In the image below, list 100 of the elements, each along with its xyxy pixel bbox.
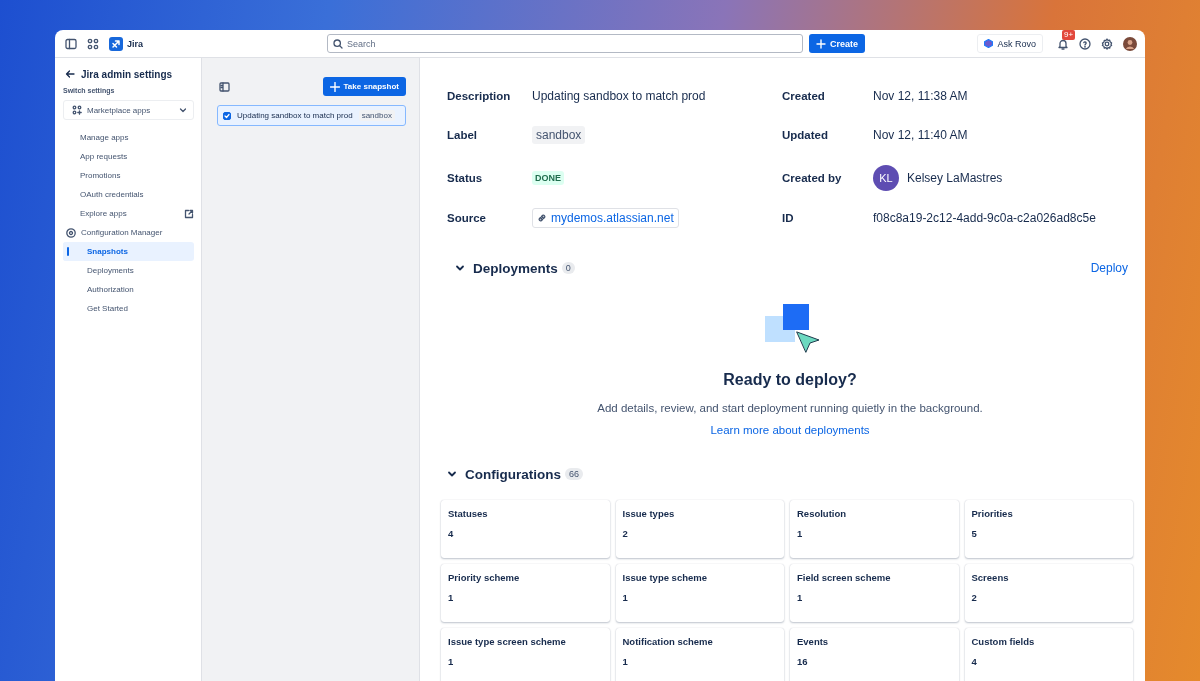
settings-title: Jira admin settings	[81, 68, 173, 80]
card-count: 1	[448, 656, 455, 667]
configuration-card[interactable]: Issue types 2	[615, 500, 784, 558]
configuration-card[interactable]: Priorities 5	[964, 500, 1133, 558]
card-count: 5	[971, 528, 978, 539]
source-link[interactable]: mydemos.atlassian.net	[532, 207, 679, 228]
nav-item[interactable]: Manage apps	[63, 128, 194, 147]
settings-icon[interactable]	[1101, 37, 1113, 50]
card-count: 4	[448, 528, 455, 539]
nav-item[interactable]: OAuth credentials	[63, 185, 194, 204]
card-title: Issue types	[622, 508, 676, 519]
snapshot-description: Updating sandbox to match prod	[237, 111, 353, 120]
section-toggle[interactable]: Deployments	[455, 260, 558, 276]
deploy-link[interactable]: Deploy	[1090, 261, 1128, 275]
checkbox[interactable]	[223, 111, 231, 120]
checkmark-icon	[224, 112, 230, 119]
configuration-card[interactable]: Issue type screen scheme 1	[441, 628, 610, 681]
status-lozenge: DONE	[532, 171, 564, 185]
card-title: Priority scheme	[448, 572, 521, 583]
configuration-card[interactable]: Custom fields 4	[964, 628, 1133, 681]
card-title: Field screen scheme	[797, 572, 892, 583]
card-title: Events	[797, 636, 830, 647]
configuration-card[interactable]: Notification scheme 1	[615, 628, 784, 681]
field-label: Label	[447, 128, 479, 141]
configuration-card[interactable]: Events 16	[790, 628, 959, 681]
create-button[interactable]: Create	[809, 34, 865, 53]
field-label: Updated	[782, 128, 829, 141]
nav-item[interactable]: Get Started	[63, 299, 194, 318]
plus-icon	[329, 81, 340, 92]
card-count: 2	[622, 528, 629, 539]
configuration-card[interactable]: Resolution 1	[790, 500, 959, 558]
field-label: Description	[447, 89, 512, 102]
jira-logo-icon[interactable]	[109, 36, 123, 51]
notification-bell-icon[interactable]	[1057, 37, 1069, 50]
empty-state-title: Ready to deploy?	[723, 371, 857, 389]
chevron-down-icon	[455, 263, 465, 273]
card-count: 2	[971, 592, 978, 603]
back-arrow-icon[interactable]	[65, 69, 75, 79]
sidebar-toggle-icon[interactable]	[65, 37, 77, 50]
label-tag: sandbox	[358, 110, 395, 121]
app-grid-icon[interactable]	[87, 37, 99, 50]
snapshot-row[interactable]: Updating sandbox to match prod sandbox	[217, 105, 406, 126]
user-avatar: KL	[873, 165, 899, 191]
card-title: Issue type screen scheme	[448, 636, 567, 647]
card-title: Statuses	[448, 508, 489, 519]
section-toggle[interactable]: Configurations	[447, 466, 561, 482]
nav-item[interactable]: Snapshots	[63, 242, 194, 261]
app-name: Jira	[127, 38, 143, 49]
card-count: 1	[622, 592, 629, 603]
nav-item[interactable]: App requests	[63, 147, 194, 166]
plus-icon	[816, 38, 826, 49]
card-title: Custom fields	[971, 636, 1036, 647]
help-icon[interactable]	[1079, 37, 1091, 50]
nav-item[interactable]: Deployments	[63, 261, 194, 280]
field-label: Created by	[782, 172, 843, 184]
card-count: 4	[971, 656, 978, 667]
count-badge: 0	[561, 262, 575, 274]
ask-rovo-button[interactable]: Ask Rovo	[977, 34, 1043, 53]
field-value: Nov 12, 11:38 AM	[873, 88, 968, 103]
field-value: f08c8a19-2c12-4add-9c0a-c2a026ad8c5e	[873, 210, 1096, 225]
card-title: Issue type scheme	[622, 572, 708, 583]
link-icon	[537, 212, 547, 223]
card-count: 1	[448, 592, 455, 603]
field-value: Nov 12, 11:40 AM	[873, 127, 968, 142]
settings-dropdown[interactable]: Marketplace apps	[63, 100, 194, 120]
card-title: Notification scheme	[622, 636, 714, 647]
field-label: Created	[782, 89, 826, 102]
panel-toggle-icon[interactable]	[219, 81, 230, 92]
user-name: Kelsey LaMastres	[907, 171, 1003, 185]
search-field[interactable]: Search	[327, 34, 803, 53]
configuration-card[interactable]: Field screen scheme 1	[790, 564, 959, 622]
take-snapshot-button[interactable]: Take snapshot	[322, 77, 406, 96]
notification-badge: 9+	[1062, 30, 1076, 40]
apps-icon	[72, 105, 82, 115]
chevron-down-icon	[447, 469, 457, 479]
label-tag: sandbox	[532, 125, 586, 144]
card-title: Screens	[971, 572, 1010, 583]
nav-group-item[interactable]: Configuration Manager	[63, 223, 194, 242]
field-label: Status	[447, 172, 484, 184]
nav-item[interactable]: Explore apps	[63, 204, 194, 223]
user-avatar-icon[interactable]	[1123, 36, 1137, 51]
card-count: 16	[797, 656, 809, 667]
card-count: 1	[622, 656, 629, 667]
deploy-illustration-icon	[765, 302, 821, 354]
configuration-card[interactable]: Issue type scheme 1	[615, 564, 784, 622]
external-link-icon	[184, 208, 194, 219]
count-badge: 66	[565, 468, 583, 480]
card-title: Priorities	[971, 508, 1014, 519]
field-value: Updating sandbox to match prod	[532, 88, 706, 103]
card-count: 1	[797, 528, 804, 539]
card-title: Resolution	[797, 508, 848, 519]
configuration-card[interactable]: Screens 2	[964, 564, 1133, 622]
configuration-card[interactable]: Priority scheme 1	[441, 564, 610, 622]
learn-more-link[interactable]: Learn more about deployments	[710, 424, 870, 436]
configuration-card[interactable]: Statuses 4	[441, 500, 610, 558]
nav-item[interactable]: Authorization	[63, 280, 194, 299]
nav-item[interactable]: Promotions	[63, 166, 194, 185]
field-label: ID	[782, 211, 795, 224]
field-label: Source	[447, 211, 487, 224]
chevron-down-icon	[179, 106, 187, 114]
